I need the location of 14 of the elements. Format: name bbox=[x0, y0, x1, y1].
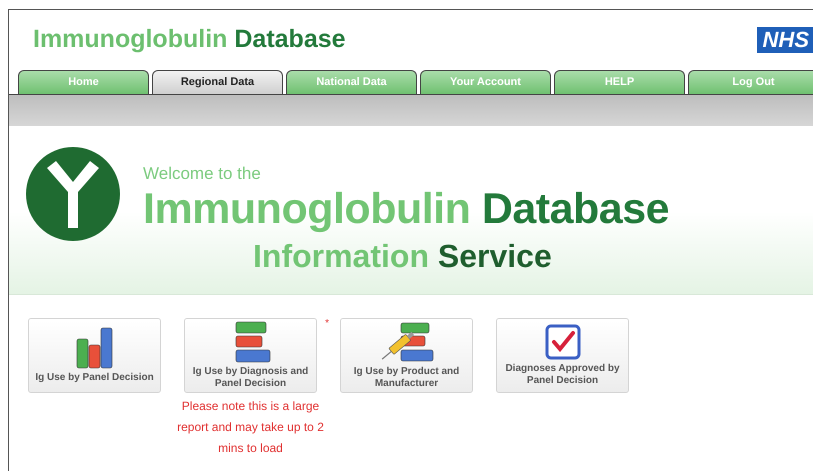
welcome-text: Welcome to the bbox=[143, 164, 262, 184]
load-time-note: Please note this is a large report and may take up to 2 mins to load bbox=[176, 398, 325, 457]
antibody-logo-icon bbox=[25, 146, 121, 242]
report-button[interactable]: Ig Use by Diagnosis and Panel Decision bbox=[184, 318, 317, 393]
nav-tab[interactable]: Regional Data bbox=[152, 70, 283, 94]
site-title: Immunoglobulin Database bbox=[33, 24, 346, 56]
nhs-logo: NHS bbox=[756, 27, 813, 53]
banner-title: Immunoglobulin Database bbox=[143, 184, 670, 234]
checklist-icon bbox=[544, 324, 580, 360]
banner-subtitle: Information Service bbox=[253, 237, 553, 276]
report-button[interactable]: Ig Use by Product and Manufacturer bbox=[340, 318, 473, 393]
report-button[interactable]: Ig Use by Panel Decision bbox=[28, 318, 161, 393]
required-marker: * bbox=[325, 317, 329, 331]
report-button[interactable]: Diagnoses Approved by Panel Decision bbox=[496, 318, 629, 393]
